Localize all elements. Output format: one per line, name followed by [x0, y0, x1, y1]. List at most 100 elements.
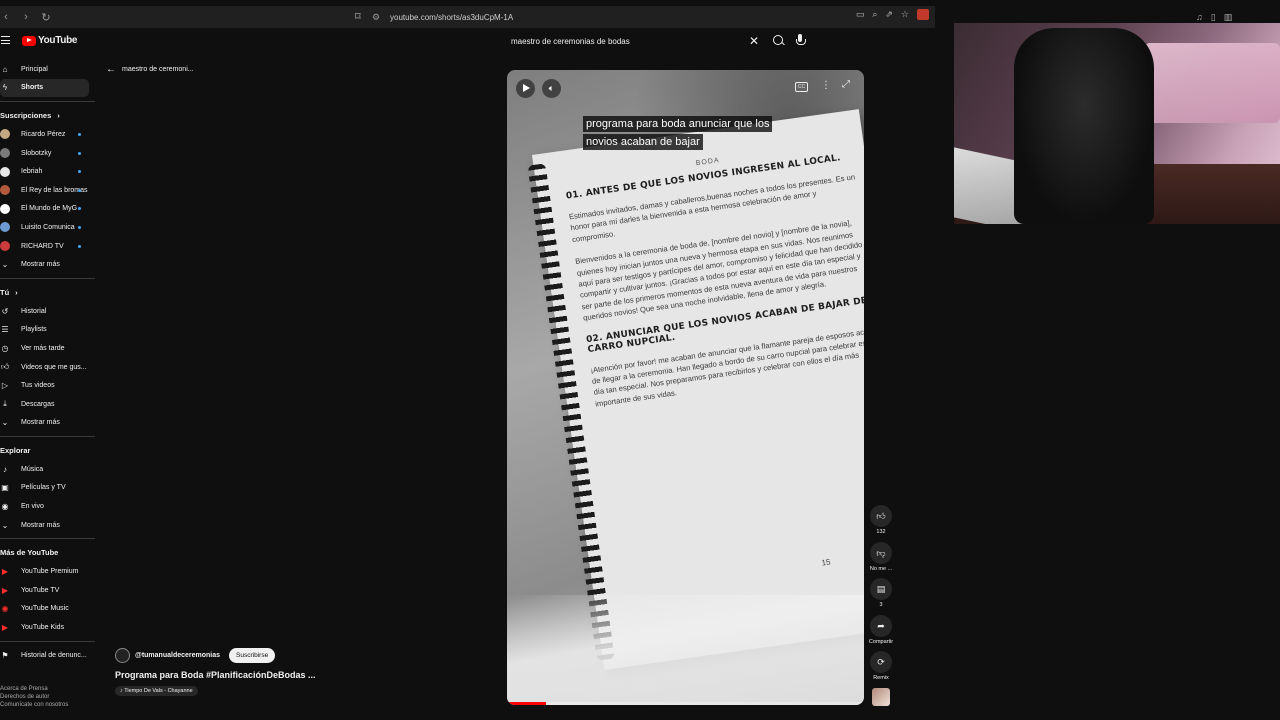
chevron-down-icon: ⌄ — [1, 418, 9, 428]
sidebar-item-shorts[interactable]: ϟ Shorts — [0, 78, 89, 98]
zoom-icon[interactable]: ⌕ — [872, 9, 877, 20]
movies-icon: ▣ — [1, 483, 9, 493]
subscribe-button[interactable]: Suscribirse — [229, 648, 276, 663]
clear-search-icon[interactable]: ✕ — [747, 34, 761, 48]
media-icon[interactable]: ♫ — [1196, 12, 1203, 23]
fullscreen-icon[interactable]: ⤢ — [842, 79, 850, 90]
search-icon[interactable] — [771, 34, 785, 48]
footer-link[interactable]: Derechos de autor — [0, 693, 68, 701]
footer-link[interactable]: Acerca de Prensa — [0, 685, 68, 693]
show-more-subscriptions[interactable]: ⌄ Mostrar más — [0, 255, 96, 274]
forward-arrow-icon[interactable]: › — [20, 11, 32, 23]
sidebar-item-subscription[interactable]: El Mundo de MyG — [0, 200, 96, 219]
channel-handle[interactable]: @tumanualdeceremonias — [135, 652, 220, 659]
sidebar-item-label: Historial — [21, 307, 47, 315]
channel-avatar[interactable] — [115, 648, 130, 663]
reload-icon[interactable]: ↻ — [40, 11, 52, 24]
address-bar[interactable]: ⚙ youtube.com/shorts/as3duCpM-1A — [372, 8, 932, 26]
pip-icon[interactable]: ▭ — [856, 9, 865, 20]
flag-icon: ⚑ — [1, 650, 9, 660]
menu-icon[interactable] — [1, 36, 10, 44]
avatar — [0, 166, 10, 177]
sidebar-item-label: YouTube Music — [21, 605, 69, 613]
microphone-icon[interactable] — [795, 34, 806, 48]
sidebar-item-youtube-premium[interactable]: ▶ YouTube Premium — [0, 562, 96, 581]
sidebar-item-report-history[interactable]: ⚑ Historial de denunc... — [0, 646, 96, 665]
search-bar: maestro de ceremonias de bodas ✕ — [505, 30, 785, 52]
sidebar-toggle-icon[interactable]: ▥ — [1224, 12, 1233, 23]
share-action: ➦ Compartir — [867, 614, 895, 652]
dislike-button[interactable]: 👎︎ — [870, 541, 892, 564]
browser-toolbar: ‹ › ↻ ⌑ ⚙ youtube.com/shorts/as3duCpM-1A… — [0, 6, 935, 28]
sidebar-item-youtube-kids[interactable]: ▶ YouTube Kids — [0, 618, 96, 637]
sidebar-item-subscription[interactable]: Slobotzky — [0, 144, 96, 163]
extension-icon[interactable] — [917, 9, 929, 20]
avatar — [0, 185, 10, 196]
video-progress-bar[interactable] — [507, 702, 864, 705]
like-button[interactable]: 👍︎ — [870, 505, 892, 527]
notebook-page-number: 15 — [820, 557, 832, 568]
sidebar-item-watch-later[interactable]: ◷ Ver más tarde — [0, 339, 96, 358]
captions-icon[interactable]: CC — [795, 82, 808, 92]
sidebar-item-principal[interactable]: ⌂ Principal — [0, 60, 96, 79]
caption-line: novios acaban de bajar — [583, 134, 703, 150]
sidebar-item-live[interactable]: ◉ En vivo — [0, 497, 96, 516]
sidebar-item-historial[interactable]: ↺ Historial — [0, 302, 96, 321]
sound-name: Tiempo De Vals - Chayanne — [124, 688, 193, 694]
sidebar-item-subscription[interactable]: Iebriah — [0, 162, 96, 181]
sidebar-item-your-videos[interactable]: ▷ Tus videos — [0, 376, 96, 395]
short-video-player[interactable]: BODA 01. ANTES DE QUE LOS NOVIOS INGRESE… — [507, 70, 864, 705]
sidebar-item-subscription[interactable]: El Rey de las bromas — [0, 181, 96, 200]
site-info-icon[interactable]: ⚙ — [372, 12, 382, 22]
youtube-tv-icon: ▶ — [1, 585, 9, 595]
sidebar-divider — [0, 640, 95, 642]
comments-button[interactable]: ▤ — [870, 578, 892, 600]
remix-button[interactable]: ⟳ — [870, 651, 892, 673]
webcam-overlay — [954, 23, 1280, 224]
sidebar-item-subscription[interactable]: Ricardo Pérez — [0, 125, 96, 144]
youtube-logo[interactable]: YouTube — [22, 35, 78, 46]
footer-link[interactable]: Comunícate con nosotros — [0, 701, 68, 709]
sidebar-item-label: RICHARD TV — [21, 242, 64, 250]
sound-thumbnail[interactable] — [872, 687, 890, 706]
subscriptions-heading[interactable]: Suscripciones › — [0, 106, 96, 125]
sidebar-item-label: Slobotzky — [21, 149, 52, 157]
share-button[interactable]: ➦ — [870, 614, 892, 637]
sidebar-divider — [0, 101, 95, 103]
youtube-music-icon: ◉ — [1, 604, 9, 614]
extensions-icon[interactable]: ▯ — [1211, 12, 1216, 23]
sidebar-item-youtube-music[interactable]: ◉ YouTube Music — [0, 600, 96, 619]
sidebar-item-label: Ricardo Pérez — [21, 130, 66, 138]
youtube-kids-icon: ▶ — [1, 623, 9, 633]
sidebar-item-youtube-tv[interactable]: ▶ YouTube TV — [0, 581, 96, 600]
volume-icon[interactable]: 🔈︎ — [542, 79, 561, 98]
sidebar-item-downloads[interactable]: ⤓ Descargas — [0, 395, 96, 414]
sidebar-item-subscription[interactable]: RICHARD TV — [0, 237, 96, 256]
search-input[interactable]: maestro de ceremonias de bodas — [505, 37, 747, 46]
like-count: 132 — [876, 529, 886, 535]
bookmark-icon[interactable]: ⌑ — [355, 10, 361, 23]
show-more-you[interactable]: ⌄ Mostrar más — [0, 414, 96, 433]
more-options-icon[interactable]: ⋮ — [821, 80, 831, 91]
back-to-search-link[interactable]: ← maestro de ceremoni... — [106, 64, 194, 75]
sidebar-item-music[interactable]: ♪ Música — [0, 460, 96, 479]
back-arrow-icon[interactable]: ‹ — [0, 11, 12, 23]
remix-action: ⟳ Remix — [867, 651, 895, 688]
sidebar-item-movies[interactable]: ▣ Películas y TV — [0, 479, 96, 498]
share-page-icon[interactable]: ⇗ — [885, 9, 893, 20]
download-icon: ⤓ — [3, 399, 7, 409]
show-more-explore[interactable]: ⌄ Mostrar más — [0, 516, 96, 535]
short-title[interactable]: Programa para Boda #PlanificaciónDeBodas… — [115, 670, 316, 680]
sound-chip[interactable]: ♪ Tiempo De Vals - Chayanne — [115, 686, 198, 696]
new-content-dot — [78, 170, 81, 174]
sidebar-item-playlists[interactable]: ☰ Playlists — [0, 321, 96, 340]
channel-info: @tumanualdeceremonias Suscribirse — [115, 648, 276, 663]
avatar — [0, 222, 10, 233]
sidebar-item-label: Luisito Comunica — [21, 223, 75, 231]
play-button[interactable] — [516, 79, 535, 98]
sidebar-item-subscription[interactable]: Luisito Comunica — [0, 218, 96, 237]
star-icon[interactable]: ☆ — [901, 9, 909, 20]
you-heading[interactable]: Tú › — [0, 283, 96, 302]
sidebar-item-liked-videos[interactable]: 👍︎ Videos que me gus... — [0, 358, 96, 377]
url-text[interactable]: youtube.com/shorts/as3duCpM-1A — [390, 13, 513, 22]
